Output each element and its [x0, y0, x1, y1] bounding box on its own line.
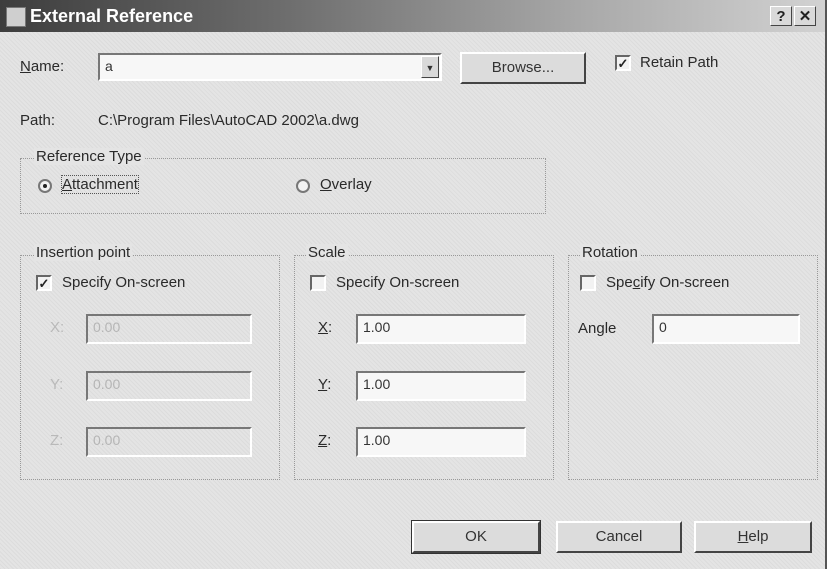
- insertion-y-label: Y:: [50, 376, 64, 393]
- window-title: External Reference: [30, 6, 194, 26]
- browse-button-label: Browse...: [491, 59, 555, 76]
- scale-y-label: Y:: [318, 376, 332, 393]
- insertion-x-field: 0.00: [86, 314, 252, 344]
- angle-label: Angle: [578, 320, 617, 337]
- help-button-label: Help: [737, 528, 769, 545]
- overlay-label: Overlay: [320, 176, 372, 193]
- scale-x-label: X:: [318, 319, 333, 336]
- ok-button[interactable]: OK: [411, 520, 541, 554]
- insertion-specify-checkbox[interactable]: ✓: [36, 275, 52, 291]
- attachment-radio[interactable]: [38, 179, 52, 193]
- insertion-specify-label: Specify On-screen: [62, 274, 186, 291]
- insertion-z-field: 0.00: [86, 427, 252, 457]
- insertion-y-field: 0.00: [86, 371, 252, 401]
- name-combobox[interactable]: a ▼: [98, 53, 442, 81]
- scale-z-field[interactable]: 1.00: [356, 427, 526, 457]
- overlay-radio[interactable]: [296, 179, 310, 193]
- path-label: Path:: [20, 112, 56, 129]
- attachment-label: Attachment: [61, 175, 139, 194]
- help-title-button[interactable]: ?: [770, 6, 792, 26]
- name-value: a: [105, 58, 113, 74]
- scale-x-field[interactable]: 1.00: [356, 314, 526, 344]
- path-value: C:\Program Files\AutoCAD 2002\a.dwg: [98, 112, 359, 129]
- rotation-specify-label: Specify On-screen: [606, 274, 730, 291]
- browse-button[interactable]: Browse...: [460, 52, 586, 84]
- cancel-button[interactable]: Cancel: [556, 521, 682, 553]
- scale-title: Scale: [306, 244, 348, 261]
- rotation-specify-checkbox[interactable]: [580, 275, 596, 291]
- close-button[interactable]: ✕: [794, 6, 816, 26]
- insertion-x-label: X:: [50, 319, 65, 336]
- retain-path-checkbox[interactable]: ✓: [615, 55, 631, 71]
- title-bar: External Reference ? ✕: [0, 0, 825, 32]
- reference-type-title: Reference Type: [34, 148, 144, 165]
- insertion-z-label: Z:: [50, 432, 64, 449]
- help-button[interactable]: Help: [694, 521, 812, 553]
- app-icon: [6, 7, 26, 27]
- chevron-down-icon[interactable]: ▼: [421, 56, 439, 78]
- rotation-title: Rotation: [580, 244, 640, 261]
- scale-z-label: Z:: [318, 432, 332, 449]
- name-label: Name:: [20, 58, 65, 75]
- insertion-point-title: Insertion point: [34, 244, 133, 261]
- scale-specify-checkbox[interactable]: [310, 275, 326, 291]
- retain-path-label: Retain Path: [640, 54, 719, 71]
- angle-field[interactable]: 0: [652, 314, 800, 344]
- external-reference-dialog: External Reference ? ✕ Name: a ▼ Browse.…: [0, 0, 827, 569]
- cancel-button-label: Cancel: [595, 528, 643, 545]
- scale-y-field[interactable]: 1.00: [356, 371, 526, 401]
- scale-specify-label: Specify On-screen: [336, 274, 460, 291]
- ok-button-label: OK: [465, 528, 487, 545]
